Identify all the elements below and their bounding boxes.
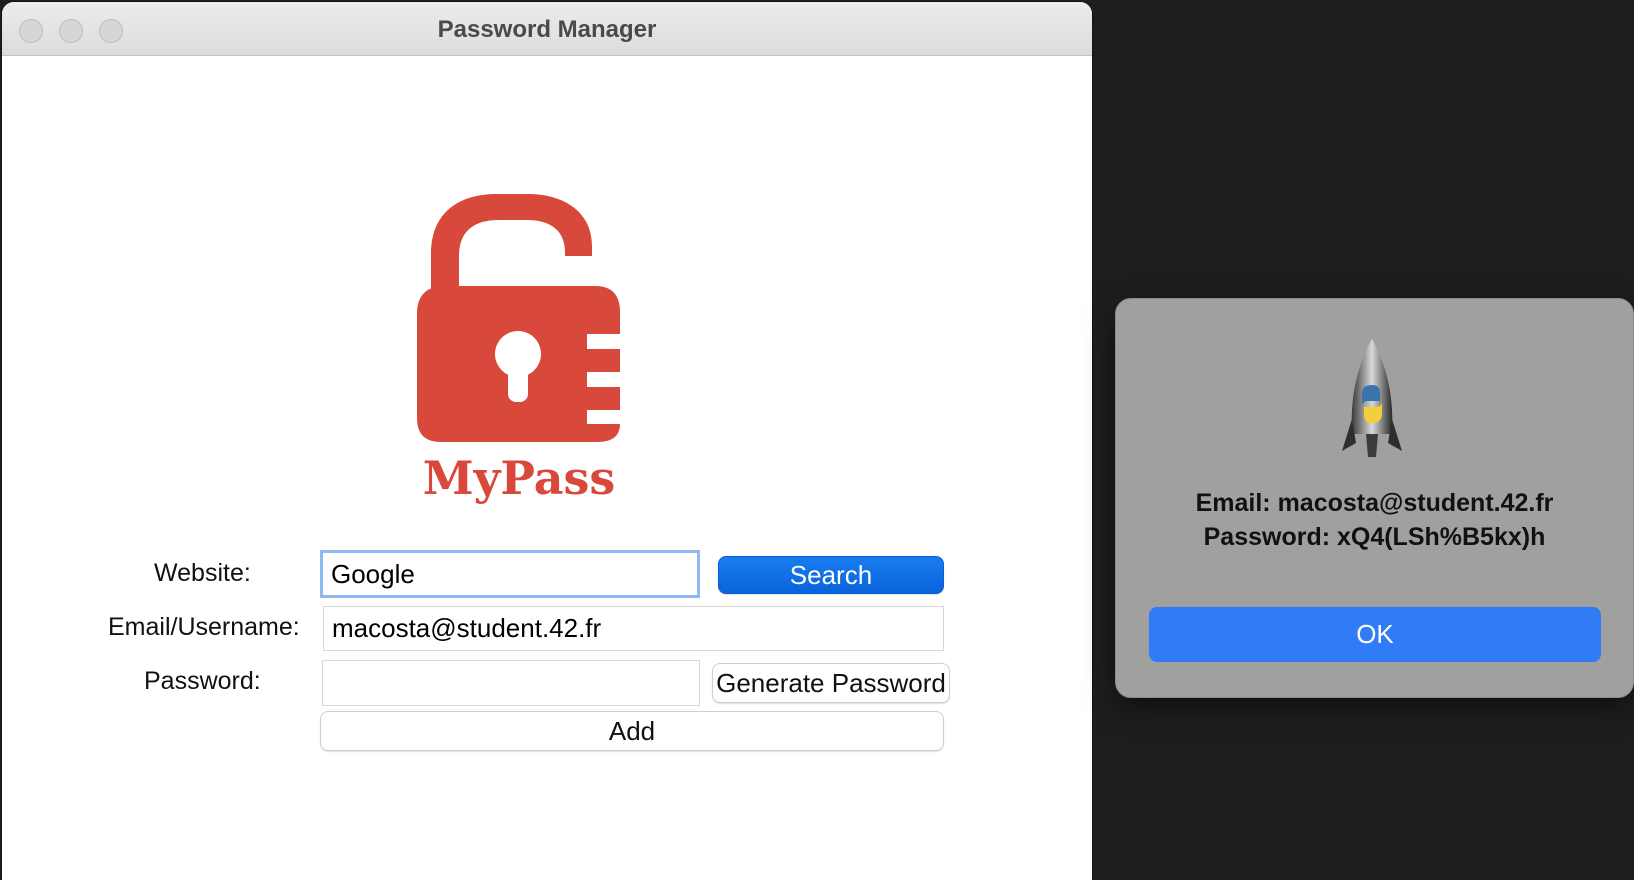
dialog-email-line: Email: macosta@student.42.fr bbox=[1195, 489, 1554, 517]
mypass-logo: MyPass bbox=[417, 194, 620, 505]
desktop: Password Manager MyPass Website: Google … bbox=[0, 0, 1634, 880]
password-manager-window: Password Manager MyPass Website: Google … bbox=[2, 2, 1092, 880]
titlebar: Password Manager bbox=[2, 2, 1092, 56]
ok-button[interactable]: OK bbox=[1149, 607, 1601, 662]
email-label: Email/Username: bbox=[108, 613, 300, 641]
dialog-password-line: Password: xQ4(LSh%B5kx)h bbox=[1203, 523, 1546, 551]
search-button[interactable]: Search bbox=[718, 556, 944, 594]
window-title: Password Manager bbox=[437, 16, 657, 43]
python-launcher-rocket-icon bbox=[1342, 339, 1402, 457]
website-label: Website: bbox=[154, 559, 251, 587]
password-alert-dialog: Email: macosta@student.42.fr Password: x… bbox=[1115, 298, 1634, 698]
generate-password-button[interactable]: Generate Password bbox=[712, 663, 950, 703]
password-input[interactable] bbox=[322, 660, 700, 706]
add-button[interactable]: Add bbox=[320, 711, 944, 751]
email-input[interactable]: macosta@student.42.fr bbox=[323, 606, 944, 651]
logo-text: MyPass bbox=[423, 451, 616, 505]
website-input[interactable]: Google bbox=[320, 550, 700, 598]
password-label: Password: bbox=[144, 667, 261, 695]
